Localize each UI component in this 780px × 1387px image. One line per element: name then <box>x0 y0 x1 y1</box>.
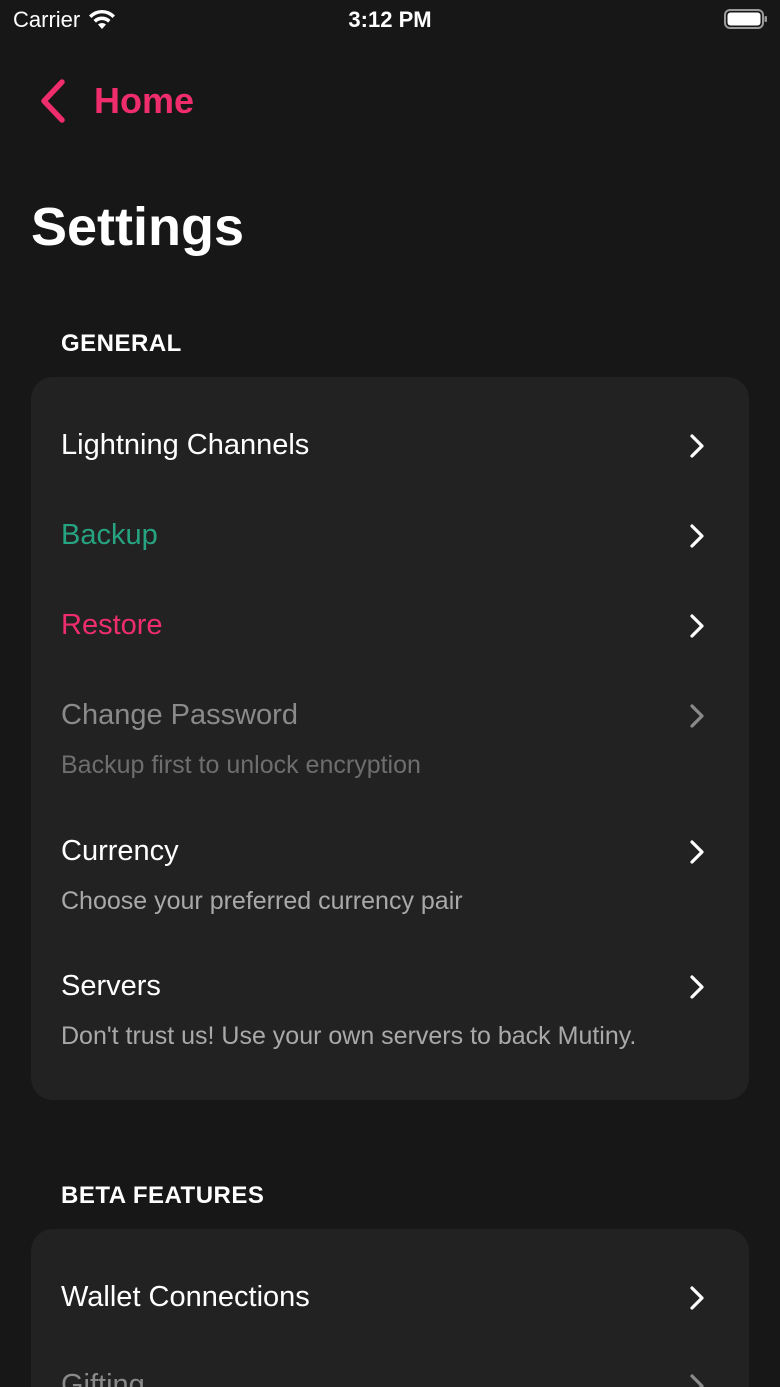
status-bar: Carrier 3:12 PM <box>0 0 780 40</box>
settings-item-caption: Choose your preferred currency pair <box>61 887 463 915</box>
settings-item-caption: Don't trust us! Use your own servers to … <box>61 1022 637 1050</box>
chevron-right-icon <box>690 1286 704 1310</box>
back-label: Home <box>94 80 195 121</box>
chevron-right-icon <box>690 614 704 638</box>
section-header-beta: BETA FEATURES <box>61 1182 265 1209</box>
settings-item-servers[interactable]: Servers Don't trust us! Use your own ser… <box>31 948 749 1060</box>
settings-item-label: Gifting <box>61 1369 145 1387</box>
chevron-right-icon <box>690 434 704 458</box>
settings-item-label: Restore <box>61 609 163 641</box>
settings-screen: Carrier 3:12 PM Home Settings GENERAL Li… <box>0 0 780 1387</box>
page-title: Settings <box>31 197 245 257</box>
beta-settings-card: Wallet Connections Gifting <box>31 1229 749 1387</box>
settings-item-label: Servers <box>61 970 161 1002</box>
chevron-right-icon <box>690 1374 704 1387</box>
settings-item-label: Backup <box>61 519 158 551</box>
battery-icon <box>724 9 767 29</box>
general-settings-card: Lightning Channels Backup Restore Change… <box>31 377 749 1100</box>
chevron-right-icon <box>690 704 704 728</box>
settings-item-lightning-channels[interactable]: Lightning Channels <box>31 407 749 487</box>
settings-item-label: Currency <box>61 835 179 867</box>
chevron-right-icon <box>690 524 704 548</box>
settings-item-label: Change Password <box>61 699 298 731</box>
settings-item-caption: Backup first to unlock encryption <box>61 751 421 779</box>
settings-item-wallet-connections[interactable]: Wallet Connections <box>31 1259 749 1339</box>
status-time: 3:12 PM <box>348 7 432 32</box>
settings-item-currency[interactable]: Currency Choose your preferred currency … <box>31 813 749 925</box>
section-header-general: GENERAL <box>61 330 182 357</box>
settings-item-change-password[interactable]: Change Password Backup first to unlock e… <box>31 677 749 789</box>
chevron-right-icon <box>690 840 704 864</box>
settings-item-label: Wallet Connections <box>61 1281 310 1313</box>
settings-item-backup[interactable]: Backup <box>31 497 749 577</box>
chevron-left-icon <box>41 79 65 123</box>
chevron-right-icon <box>690 975 704 999</box>
settings-item-label: Lightning Channels <box>61 429 310 461</box>
settings-item-gifting[interactable]: Gifting <box>31 1349 749 1387</box>
back-button[interactable]: Home <box>38 78 194 124</box>
settings-item-restore[interactable]: Restore <box>31 587 749 667</box>
